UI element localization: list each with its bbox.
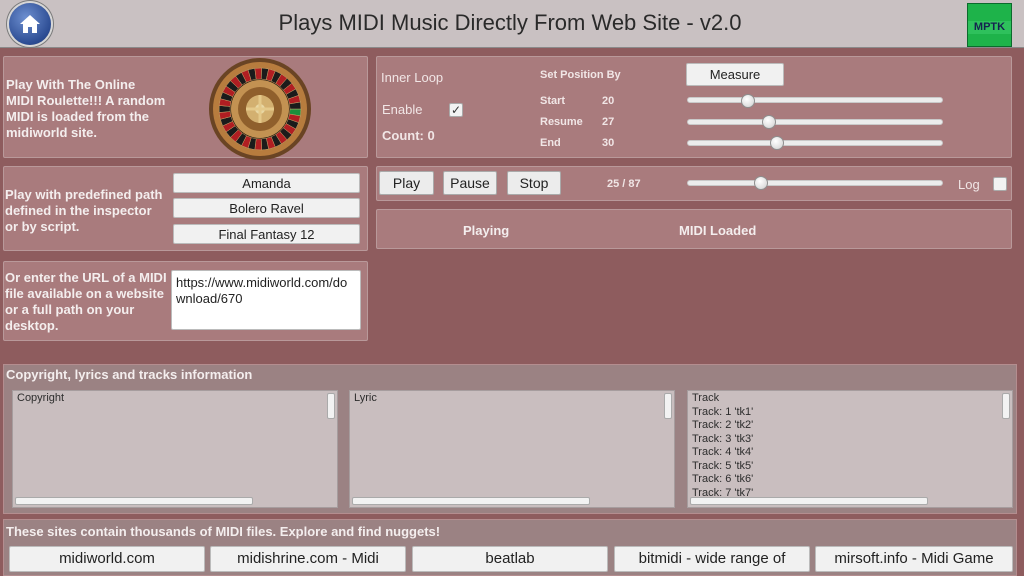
roulette-wheel-icon[interactable]: [208, 57, 312, 161]
url-instructions: Or enter the URL of a MIDI file availabl…: [5, 270, 167, 333]
playback-slider-thumb[interactable]: [754, 176, 769, 190]
playing-status: Playing: [463, 223, 510, 238]
app-title: Plays MIDI Music Directly From Web Site …: [278, 10, 742, 35]
resume-label: Resume: [540, 116, 583, 128]
start-value: 20: [602, 95, 615, 107]
info-header: Copyright, lyrics and tracks information: [6, 367, 253, 382]
predefined-item-final-fantasy[interactable]: Final Fantasy 12: [173, 224, 360, 244]
loop-count: Count: 0: [382, 128, 435, 143]
logo-text: MPTK: [968, 21, 1011, 34]
playback-slider[interactable]: [687, 180, 943, 186]
loop-enable-checkbox[interactable]: ✓: [449, 103, 463, 117]
pause-button[interactable]: Pause: [443, 171, 497, 195]
midi-loaded-status: MIDI Loaded: [679, 223, 757, 238]
copyright-scrollbar-v[interactable]: [327, 393, 335, 419]
track-line: Track: 1 'tk1': [692, 405, 754, 418]
predefined-item-bolero[interactable]: Bolero Ravel: [173, 198, 360, 218]
predefined-text: Play with predefined path defined in the…: [5, 187, 163, 234]
tracks-scrollbar-v[interactable]: [1002, 393, 1010, 419]
lyric-scrollbar-h[interactable]: [352, 497, 590, 505]
site-link-midiworld[interactable]: midiworld.com: [9, 546, 205, 572]
log-label: Log: [958, 177, 980, 192]
sites-panel: These sites contain thousands of MIDI fi…: [3, 519, 1017, 576]
predefined-item-amanda[interactable]: Amanda: [173, 173, 360, 193]
info-panel: Copyright, lyrics and tracks information…: [3, 364, 1017, 514]
url-input[interactable]: https://www.midiworld.com/download/670: [171, 270, 361, 330]
measure-button[interactable]: Measure: [686, 63, 784, 86]
home-icon: [20, 15, 40, 33]
play-button[interactable]: Play: [379, 171, 434, 195]
stop-button[interactable]: Stop: [507, 171, 561, 195]
track-line: Track: [692, 392, 720, 404]
tracks-list: Track Track: 1 'tk1' Track: 2 'tk2' Track: …: [688, 391, 1012, 501]
resume-value: 27: [602, 116, 615, 128]
copyright-box[interactable]: Copyright: [12, 390, 338, 508]
end-slider-thumb[interactable]: [769, 136, 784, 150]
track-line: Track: 5 'tk5': [692, 459, 754, 472]
track-line: Track: 4 'tk4': [692, 446, 754, 458]
copyright-scrollbar-h[interactable]: [15, 497, 253, 505]
copyright-label: Copyright: [17, 392, 65, 404]
site-link-midishrine[interactable]: midishrine.com - Midi: [210, 546, 406, 572]
track-line: Track: 2 'tk2': [692, 419, 754, 431]
lyric-box[interactable]: Lyric: [349, 390, 675, 508]
log-checkbox[interactable]: [993, 177, 1007, 191]
lyric-scrollbar-v[interactable]: [664, 393, 672, 419]
home-button[interactable]: [9, 3, 51, 45]
end-value: 30: [602, 137, 615, 149]
url-panel: Or enter the URL of a MIDI file availabl…: [3, 261, 368, 341]
site-link-bitmidi[interactable]: bitmidi - wide range of: [614, 546, 810, 572]
player-panel: Play Pause Stop 25 / 87 Log: [376, 166, 1012, 201]
start-slider-thumb[interactable]: [741, 94, 756, 108]
playback-position: 25 / 87: [607, 178, 641, 190]
site-link-mirsoft[interactable]: mirsoft.info - Midi Game: [815, 546, 1013, 572]
status-panel: Playing MIDI Loaded: [376, 209, 1012, 249]
title-bar: Plays MIDI Music Directly From Web Site …: [0, 0, 1024, 48]
start-slider[interactable]: [687, 97, 943, 103]
site-link-beatlab[interactable]: beatlab: [412, 546, 608, 572]
loop-panel: Inner Loop Enable ✓ Count: 0 Set Positio…: [376, 56, 1012, 158]
sites-header: These sites contain thousands of MIDI fi…: [6, 524, 441, 539]
roulette-panel: Play With The Online MIDI Roulette!!! A …: [3, 56, 368, 161]
resume-slider-thumb[interactable]: [761, 115, 776, 129]
track-line: Track: 3 'tk3': [692, 432, 754, 445]
track-line: Track: 6 'tk6': [692, 473, 754, 485]
set-position-label: Set Position By: [540, 69, 621, 81]
mptk-logo: MPTK: [967, 3, 1012, 47]
loop-title: Inner Loop: [381, 70, 444, 85]
resume-slider[interactable]: [687, 119, 943, 125]
start-label: Start: [540, 95, 566, 107]
end-label: End: [540, 137, 561, 149]
roulette-text: Play With The Online MIDI Roulette!!! A …: [6, 77, 166, 140]
tracks-scrollbar-h[interactable]: [690, 497, 928, 505]
loop-enable-label: Enable: [382, 102, 423, 117]
predefined-panel: Play with predefined path defined in the…: [3, 166, 368, 251]
lyric-label: Lyric: [354, 392, 377, 404]
tracks-box[interactable]: Track Track: 1 'tk1' Track: 2 'tk2' Track: …: [687, 390, 1013, 508]
end-slider[interactable]: [687, 140, 943, 146]
